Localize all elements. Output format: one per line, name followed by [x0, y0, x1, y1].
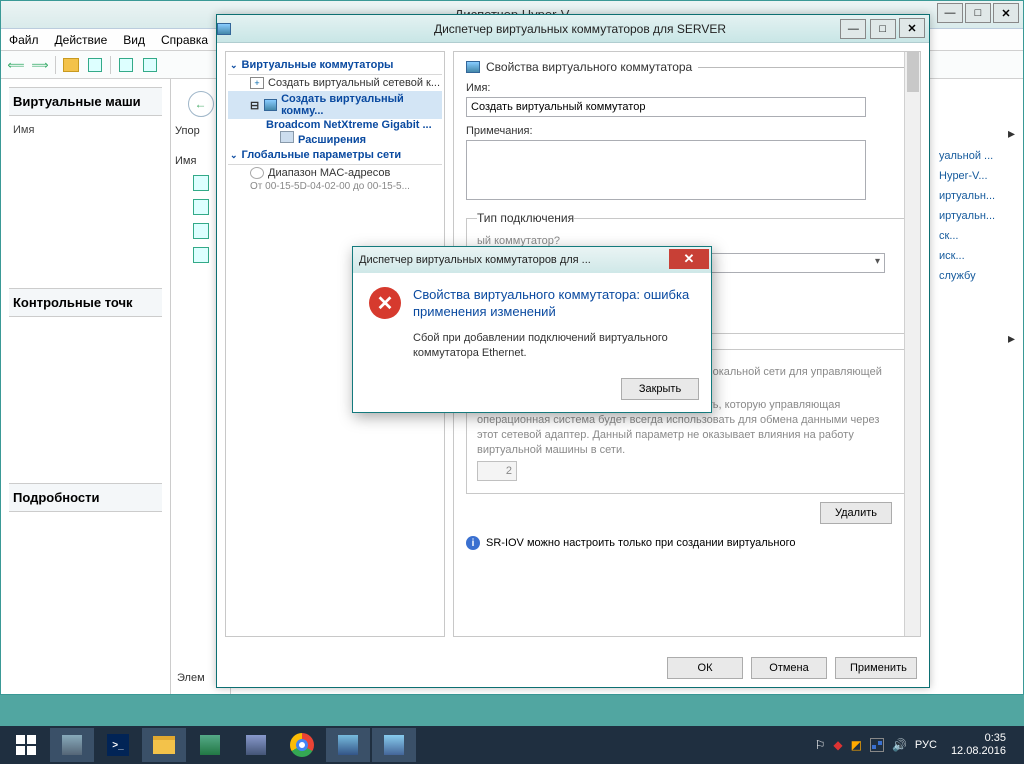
- name-label: Имя:: [466, 82, 908, 94]
- tray-volume-icon[interactable]: 🔊: [892, 738, 907, 752]
- notes-label: Примечания:: [466, 125, 908, 137]
- error-titlebar[interactable]: Диспетчер виртуальных коммутаторов для .…: [353, 247, 711, 273]
- menu-view[interactable]: Вид: [123, 33, 145, 47]
- tree-nic-item[interactable]: Broadcom NetXtreme Gigabit ...: [228, 119, 442, 131]
- tray-flag-icon[interactable]: ⚐: [815, 738, 826, 752]
- vm-name-column[interactable]: Имя: [9, 122, 162, 138]
- mid-icon-2[interactable]: [193, 199, 209, 215]
- menu-help[interactable]: Справка: [161, 33, 208, 47]
- left-panel: Виртуальные маши Имя Контрольные точк По…: [1, 79, 171, 694]
- action-item[interactable]: ск...: [937, 226, 1017, 246]
- vsm-maximize-button[interactable]: □: [870, 19, 896, 39]
- tree-extensions-item[interactable]: Расширения: [228, 131, 442, 146]
- tray-app-icon[interactable]: ◩: [851, 738, 862, 752]
- toolbar-properties-button[interactable]: [84, 54, 106, 76]
- switch-notes-textarea[interactable]: [466, 140, 866, 200]
- taskbar-chrome[interactable]: [280, 728, 324, 762]
- taskbar-explorer[interactable]: [142, 728, 186, 762]
- toolbar-forward-button[interactable]: ⟹: [29, 54, 51, 76]
- actions-panel: ▸ уальной ... Hyper-V... иртуальн... ирт…: [937, 121, 1017, 351]
- tray-network-icon[interactable]: [870, 738, 884, 752]
- menu-action[interactable]: Действие: [55, 33, 108, 47]
- error-title: Диспетчер виртуальных коммутаторов для .…: [359, 254, 705, 266]
- error-message: Сбой при добавлении подключений виртуаль…: [413, 331, 695, 361]
- tree-mac-range[interactable]: Диапазон MAC-адресов: [228, 165, 442, 181]
- tree-header-switches[interactable]: ⌄Виртуальные коммутаторы: [228, 56, 442, 75]
- toolbar-folder-button[interactable]: [60, 54, 82, 76]
- vlan-id-input[interactable]: [477, 461, 517, 481]
- error-icon: ✕: [369, 287, 401, 319]
- tray-shield-icon[interactable]: ◆: [833, 738, 842, 752]
- details-panel-header: Подробности: [9, 483, 162, 512]
- back-nav-button[interactable]: ←: [188, 91, 214, 117]
- info-icon: i: [466, 536, 480, 550]
- toolbar-help-button[interactable]: [139, 54, 161, 76]
- checkpoints-panel-header: Контрольные точк: [9, 288, 162, 317]
- props-section-title: Свойства виртуального коммутатора: [466, 60, 908, 74]
- vsm-titlebar: Диспетчер виртуальных коммутаторов для S…: [217, 15, 929, 43]
- tray-clock[interactable]: 0:35 12.08.2016: [945, 732, 1012, 758]
- vsm-title-icon: [217, 23, 231, 35]
- action-item[interactable]: иртуальн...: [937, 206, 1017, 226]
- switch-name-input[interactable]: [466, 97, 866, 117]
- vsm-minimize-button[interactable]: —: [840, 19, 866, 39]
- error-heading: Свойства виртуального коммутатора: ошибк…: [413, 287, 695, 321]
- vsm-close-button[interactable]: ✕: [899, 18, 925, 38]
- main-minimize-button[interactable]: —: [937, 3, 963, 23]
- error-close-button[interactable]: Закрыть: [621, 378, 699, 400]
- taskbar-hyperv[interactable]: [326, 728, 370, 762]
- tree-header-global[interactable]: ⌄Глобальные параметры сети: [228, 146, 442, 165]
- cancel-button[interactable]: Отмена: [751, 657, 827, 679]
- toolbar-back-button[interactable]: ⟸: [5, 54, 27, 76]
- tree-create-switch[interactable]: Создать виртуальный сетевой к...: [228, 75, 442, 91]
- vsm-title: Диспетчер виртуальных коммутаторов для S…: [231, 22, 929, 36]
- action-item[interactable]: уальной ...: [937, 146, 1017, 166]
- taskbar-vsm[interactable]: [372, 728, 416, 762]
- taskbar-server-manager[interactable]: [50, 728, 94, 762]
- error-titlebar-close-button[interactable]: ✕: [669, 249, 709, 269]
- mid-icon-1[interactable]: [193, 175, 209, 191]
- taskbar-app-2[interactable]: [234, 728, 278, 762]
- toolbar-view-button[interactable]: [115, 54, 137, 76]
- delete-switch-button[interactable]: Удалить: [820, 502, 892, 524]
- switch-icon: [466, 61, 480, 73]
- tree-mac-range-value: От 00-15-5D-04-02-00 до 00-15-5...: [228, 181, 442, 192]
- sriov-info-row: i SR-IOV можно настроить только при созд…: [466, 536, 908, 550]
- props-scrollbar[interactable]: [904, 52, 920, 636]
- ok-button[interactable]: ОК: [667, 657, 743, 679]
- main-maximize-button[interactable]: □: [965, 3, 991, 23]
- tree-switch-selected[interactable]: ⊟Создать виртуальный комму...: [228, 91, 442, 119]
- menu-file[interactable]: Файл: [9, 33, 39, 47]
- action-item[interactable]: службу: [937, 266, 1017, 286]
- action-item[interactable]: иск...: [937, 246, 1017, 266]
- elements-label: Элем: [177, 672, 205, 684]
- system-tray[interactable]: ⚐ ◆ ◩ 🔊 РУС 0:35 12.08.2016: [815, 732, 1020, 758]
- mid-icon-4[interactable]: [193, 247, 209, 263]
- action-item[interactable]: Hyper-V...: [937, 166, 1017, 186]
- start-button[interactable]: [4, 728, 48, 762]
- taskbar-powershell[interactable]: >_: [96, 728, 140, 762]
- main-close-button[interactable]: ✕: [993, 3, 1019, 23]
- actions-arrow-bottom[interactable]: ▸: [937, 326, 1017, 351]
- actions-arrow-top[interactable]: ▸: [937, 121, 1017, 146]
- taskbar-app-1[interactable]: [188, 728, 232, 762]
- action-item[interactable]: иртуальн...: [937, 186, 1017, 206]
- mid-icon-3[interactable]: [193, 223, 209, 239]
- connection-legend: Тип подключения: [477, 211, 574, 225]
- error-dialog: Диспетчер виртуальных коммутаторов для .…: [352, 246, 712, 413]
- apply-button[interactable]: Применить: [835, 657, 917, 679]
- vm-panel-header: Виртуальные маши: [9, 87, 162, 116]
- tray-language[interactable]: РУС: [915, 739, 937, 751]
- taskbar: >_ ⚐ ◆ ◩ 🔊 РУС 0:35 12.08.2016: [0, 726, 1024, 764]
